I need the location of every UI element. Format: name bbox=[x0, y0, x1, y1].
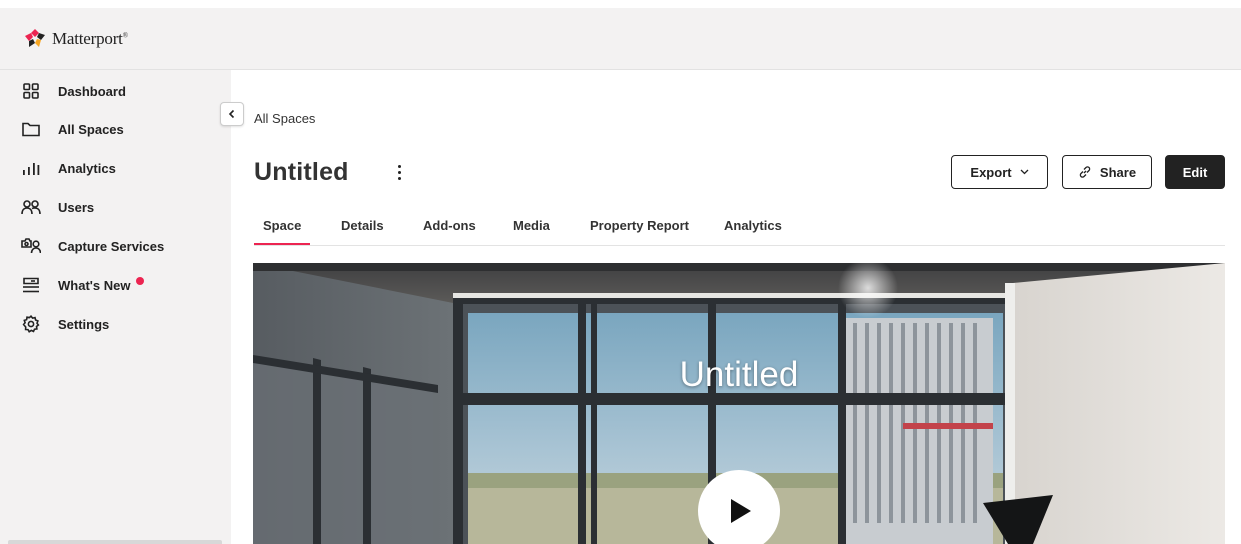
space-preview-title: Untitled bbox=[679, 355, 799, 394]
matterport-logo[interactable]: Matterport® bbox=[24, 28, 128, 50]
capture-services-icon bbox=[20, 235, 42, 257]
play-button[interactable] bbox=[698, 470, 780, 544]
link-icon bbox=[1079, 166, 1091, 178]
matterport-logo-icon bbox=[25, 29, 45, 47]
more-options-icon[interactable] bbox=[389, 160, 409, 184]
sidebar-item-label: Dashboard bbox=[58, 83, 126, 99]
sidebar-item-label: Analytics bbox=[58, 160, 116, 176]
tab-add-ons[interactable]: Add-ons bbox=[423, 218, 476, 245]
gear-icon bbox=[20, 313, 42, 335]
sidebar-footer-edge bbox=[8, 540, 222, 544]
sidebar-item-all-spaces[interactable]: All Spaces bbox=[20, 117, 124, 141]
dashboard-icon bbox=[20, 80, 42, 102]
page-title: Untitled bbox=[254, 158, 349, 186]
analytics-icon bbox=[20, 157, 42, 179]
edit-button[interactable]: Edit bbox=[1165, 155, 1225, 189]
sidebar-item-analytics[interactable]: Analytics bbox=[20, 156, 116, 180]
breadcrumb-all-spaces[interactable]: All Spaces bbox=[254, 111, 315, 126]
export-button-label: Export bbox=[970, 164, 1012, 180]
sidebar: Dashboard All Spaces Analytics Users Cap… bbox=[0, 70, 231, 544]
sidebar-item-label: Users bbox=[58, 199, 95, 215]
space-preview[interactable]: Untitled bbox=[253, 263, 1225, 544]
sidebar-item-label: Settings bbox=[58, 316, 110, 332]
users-icon bbox=[20, 196, 42, 218]
share-button[interactable]: Share bbox=[1062, 155, 1152, 189]
sidebar-item-label: All Spaces bbox=[58, 121, 124, 137]
export-button[interactable]: Export bbox=[951, 155, 1048, 189]
sidebar-item-label: Capture Services bbox=[58, 238, 165, 254]
brand-name: Matterport® bbox=[52, 29, 128, 48]
sidebar-item-label: What's New bbox=[58, 277, 145, 293]
tab-property-report[interactable]: Property Report bbox=[590, 218, 689, 245]
notification-dot bbox=[136, 277, 145, 285]
top-bar: Matterport® bbox=[0, 0, 1241, 70]
share-button-label: Share bbox=[1099, 164, 1137, 180]
tab-analytics[interactable]: Analytics bbox=[724, 218, 782, 245]
tab-media[interactable]: Media bbox=[513, 218, 550, 245]
sidebar-item-settings[interactable]: Settings bbox=[20, 312, 109, 336]
whats-new-icon bbox=[20, 274, 42, 296]
sidebar-item-users[interactable]: Users bbox=[20, 195, 94, 219]
tab-details[interactable]: Details bbox=[341, 218, 384, 245]
space-tabs: Space Details Add-ons Media Property Rep… bbox=[254, 216, 1225, 246]
tab-space[interactable]: Space bbox=[254, 218, 311, 245]
folder-icon bbox=[20, 118, 42, 140]
collapse-sidebar-button[interactable] bbox=[220, 102, 244, 126]
sidebar-item-capture-services[interactable]: Capture Services bbox=[20, 234, 164, 258]
chevron-down-icon bbox=[1020, 169, 1029, 175]
sidebar-item-dashboard[interactable]: Dashboard bbox=[20, 79, 126, 103]
sidebar-item-whats-new[interactable]: What's New bbox=[20, 273, 145, 297]
chevron-left-icon bbox=[228, 109, 235, 119]
edit-button-label: Edit bbox=[1182, 164, 1208, 180]
